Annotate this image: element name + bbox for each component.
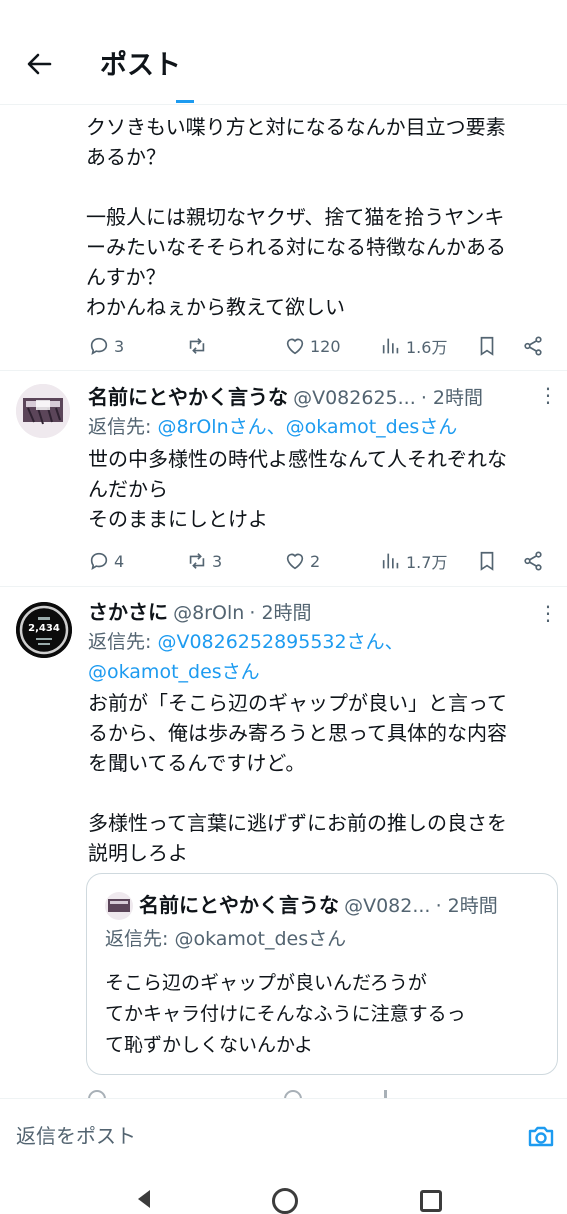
- divider: [0, 370, 567, 371]
- tweet2-reply-button[interactable]: 4: [88, 550, 124, 572]
- tweet1-like-count: 120: [310, 336, 341, 356]
- tweet1-reply-button[interactable]: 3: [88, 335, 124, 357]
- share-icon: [524, 336, 542, 356]
- tweet1-bookmark-button[interactable]: [476, 335, 498, 357]
- tweet2-time[interactable]: · 2時間: [421, 387, 483, 409]
- retweet-icon: [189, 338, 205, 354]
- tweet2-text: 世の中多様性の時代よ感性なんて人それぞれな んだから そのままにしとけよ: [88, 447, 507, 531]
- tweet1-actions: 3 120 1.6万: [88, 331, 558, 361]
- tweet1-like-button[interactable]: 120: [284, 335, 341, 357]
- nav-recents-icon[interactable]: [420, 1190, 442, 1212]
- bookmark-icon: [480, 551, 494, 571]
- heart-icon: [286, 553, 304, 570]
- tweet1-text: クソきもい喋り方と対になるなんか目立つ要素 あるか？ 一般人には親切なヤクザ、捨…: [86, 115, 506, 319]
- tweet2-like-button[interactable]: 2: [284, 550, 320, 572]
- quote-display-name: 名前にとやかく言うな: [139, 893, 339, 917]
- reply-icon: [90, 552, 108, 571]
- reply-bar: 返信をポスト: [0, 1098, 567, 1171]
- tweet3-reply-user-2[interactable]: @okamot_desさん: [88, 657, 260, 687]
- tweet2-bookmark-button[interactable]: [476, 550, 498, 572]
- quoted-tweet[interactable]: 名前にとやかく言うな @V082... · 2時間 返信先: @okamot_d…: [86, 873, 558, 1075]
- tweet1-share-button[interactable]: [522, 335, 544, 357]
- tweet2-display-name[interactable]: 名前にとやかく言うな: [88, 385, 288, 409]
- thread-link-stub: [176, 100, 194, 103]
- system-nav-bar: [0, 1172, 567, 1214]
- tweet3-reply-label: 返信先:: [88, 631, 158, 653]
- tweet3-text: お前が「そこら辺のギャップが良い」と言って るから、俺は歩み寄ろうと思って具体的…: [88, 691, 507, 865]
- tweet1-retweet-button[interactable]: [186, 335, 208, 357]
- tweet2-handle[interactable]: @V082625...: [293, 387, 416, 409]
- tweet2-actions: 4 3 2 1.7万: [88, 546, 558, 576]
- quote-time: · 2時間: [435, 895, 498, 917]
- tweet2-share-button[interactable]: [522, 550, 544, 572]
- views-icon: [382, 338, 399, 354]
- heart-icon: [286, 338, 304, 355]
- tweet2-reply-to: 返信先: @8rOlnさん、@okamot_desさん: [88, 412, 457, 442]
- retweet-icon: [189, 553, 205, 569]
- share-icon: [524, 551, 542, 571]
- tweet2-views-button[interactable]: 1.7万: [380, 549, 447, 573]
- tweet3-header: さかさに @8rOln · 2時間: [88, 597, 518, 627]
- tweet3-handle[interactable]: @8rOln: [173, 602, 244, 624]
- tweet2-view-count: 1.7万: [406, 553, 448, 572]
- tweet3-time[interactable]: · 2時間: [249, 602, 311, 624]
- quote-handle: @V082...: [344, 895, 431, 917]
- tweet1-views-button[interactable]: 1.6万: [380, 334, 447, 358]
- bookmark-icon: [480, 336, 494, 356]
- tweet3-reply-to: 返信先: @V0826252895532さん、: [88, 627, 404, 657]
- tweet2-like-count: 2: [310, 551, 321, 571]
- quote-reply-to: 返信先: @okamot_desさん: [105, 928, 347, 950]
- camera-icon[interactable]: [526, 1121, 556, 1151]
- nav-back-icon[interactable]: [134, 1188, 156, 1210]
- tweet3-more-icon[interactable]: ⋮: [538, 598, 558, 628]
- top-header: ポスト: [0, 0, 567, 105]
- tweet2-retweet-button[interactable]: 3: [186, 550, 222, 572]
- tweet2-more-icon[interactable]: ⋮: [538, 380, 558, 410]
- page-title: ポスト: [100, 50, 181, 81]
- tweet3-display-name[interactable]: さかさに: [88, 600, 168, 624]
- nav-home-icon[interactable]: [272, 1188, 298, 1214]
- tweet3-actions-partial: [88, 1090, 558, 1098]
- tweet2-reply-label: 返信先:: [88, 416, 158, 438]
- back-arrow-icon[interactable]: [22, 46, 58, 82]
- tweet2-reply-users[interactable]: @8rOlnさん、@okamot_desさん: [157, 416, 457, 438]
- views-icon: [382, 553, 399, 569]
- tweet2-reply-count: 4: [114, 551, 125, 571]
- tweet2-avatar[interactable]: [16, 384, 70, 438]
- quote-avatar: [105, 892, 133, 920]
- tweet3-avatar[interactable]: 2,434: [16, 602, 72, 658]
- reply-icon: [90, 337, 108, 356]
- tweet3-reply-user-1[interactable]: @V0826252895532さん、: [157, 631, 403, 653]
- avatar-image-icon: [16, 384, 70, 438]
- tweet2-retweet-count: 3: [212, 551, 223, 571]
- tweet3-avatar-number: 2,434: [28, 623, 60, 634]
- avatar-image-icon: [105, 892, 133, 920]
- tweet2-header: 名前にとやかく言うな @V082625... · 2時間: [88, 382, 518, 412]
- tweet1-view-count: 1.6万: [406, 338, 448, 357]
- tweet1-reply-count: 3: [114, 336, 125, 356]
- quote-header: 名前にとやかく言うな @V082... · 2時間: [139, 890, 549, 922]
- quote-text: そこら辺のギャップが良いんだろうが てかキャラ付けにそんなふうに注意するっ て恥…: [105, 972, 466, 1056]
- divider: [0, 586, 567, 587]
- reply-input[interactable]: 返信をポスト: [16, 1121, 136, 1151]
